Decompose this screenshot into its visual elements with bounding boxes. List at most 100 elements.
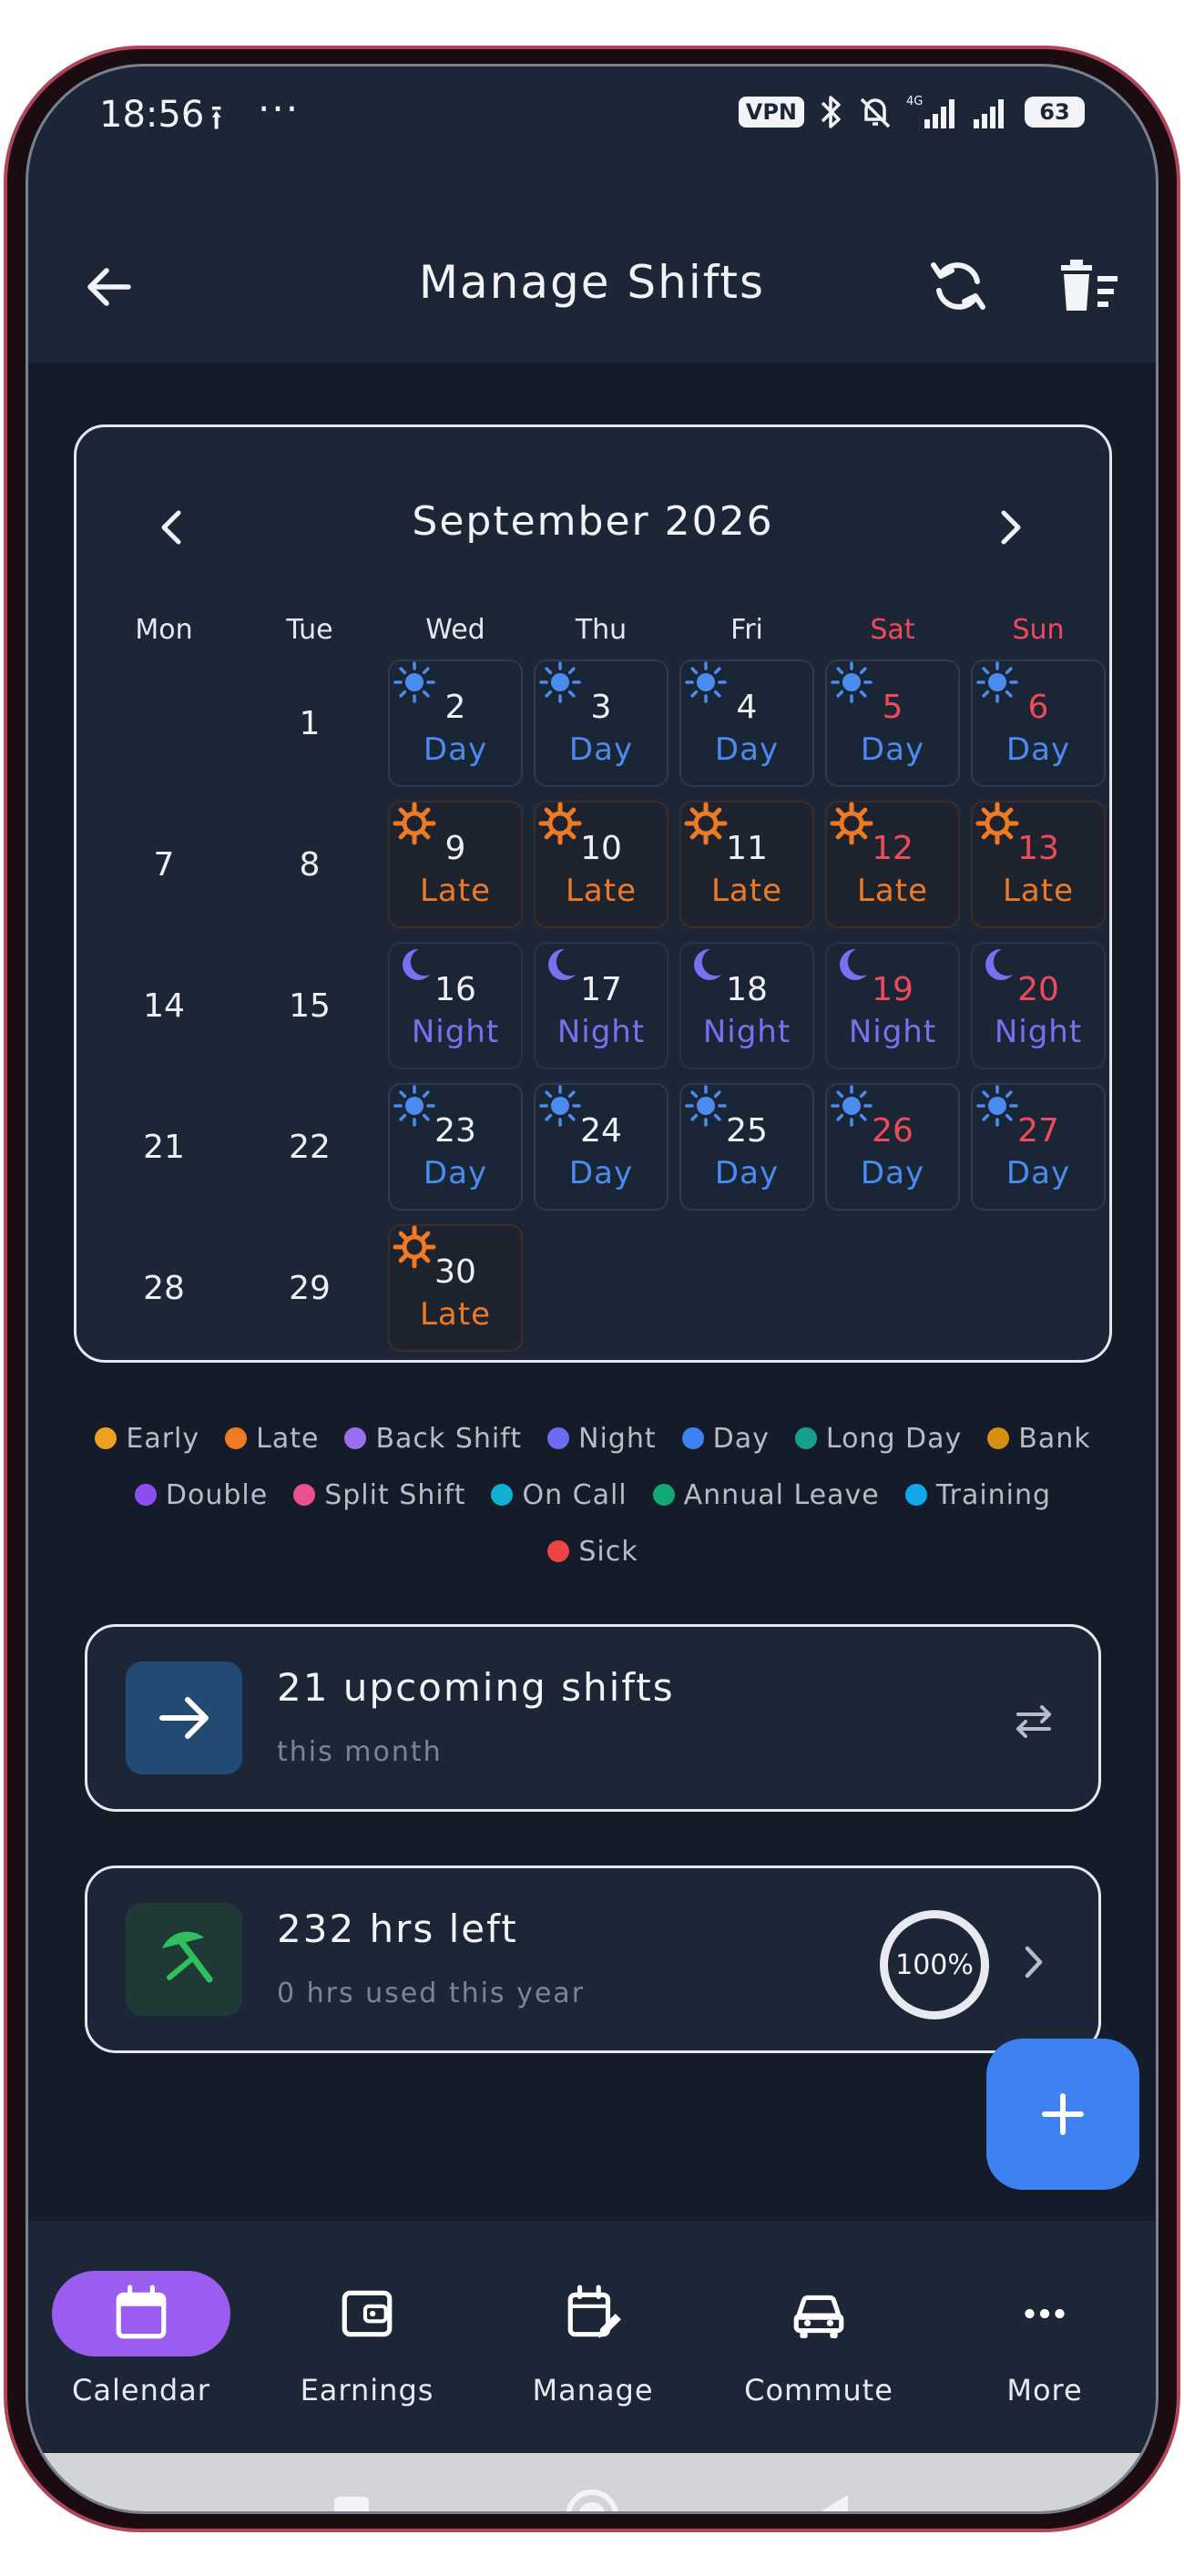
calendar-day[interactable]: 10 Late bbox=[534, 801, 669, 928]
shift-legend: Early Late Back Shift Night Day Long Day Bank D… bbox=[65, 1410, 1121, 1579]
calendar-day[interactable]: 16 Night bbox=[388, 942, 523, 1069]
shift-label: Day bbox=[1005, 731, 1071, 768]
day-number: 28 bbox=[143, 1269, 185, 1307]
upcoming-shifts-card[interactable]: 21 upcoming shifts this month bbox=[85, 1624, 1101, 1812]
svg-text:4G: 4G bbox=[906, 95, 923, 108]
shift-label: Day bbox=[1005, 1154, 1071, 1191]
calendar-day[interactable]: 22 bbox=[242, 1083, 377, 1211]
calendar-day[interactable]: 25 Day bbox=[679, 1083, 814, 1211]
legend-dot bbox=[652, 1484, 675, 1506]
calendar-day[interactable]: 26 Day bbox=[825, 1083, 960, 1211]
shift-label: Late bbox=[1002, 872, 1075, 909]
calendar-day[interactable]: 19 Night bbox=[825, 942, 960, 1069]
calendar-day[interactable]: 29 bbox=[242, 1224, 377, 1352]
day-number: 29 bbox=[289, 1269, 331, 1307]
back-icon[interactable] bbox=[810, 2491, 855, 2514]
add-shift-button[interactable] bbox=[986, 2039, 1139, 2190]
calendar-day[interactable]: 28 bbox=[97, 1224, 231, 1352]
legend-item: Annual Leave bbox=[652, 1478, 880, 1511]
main-content: September 2026 Mon Tue Wed Thu Fri Sat S… bbox=[28, 363, 1156, 2221]
recents-icon[interactable] bbox=[329, 2491, 374, 2514]
weekday-label: Sat bbox=[870, 614, 915, 646]
calendar-edit-icon bbox=[567, 2285, 621, 2338]
swap-icon[interactable] bbox=[1009, 1696, 1058, 1745]
vpn-icon: VPN bbox=[738, 97, 804, 128]
nav-item-manage[interactable]: Manage bbox=[497, 2271, 689, 2435]
legend-label: Training bbox=[935, 1478, 1052, 1511]
annual-leave-card[interactable]: 232 hrs left 0 hrs used this year 100% bbox=[85, 1866, 1101, 2053]
sync-icon[interactable] bbox=[926, 254, 990, 318]
legend-dot bbox=[95, 1427, 117, 1449]
calendar-day[interactable]: 2 Day bbox=[388, 659, 523, 787]
sunrise-icon bbox=[830, 802, 873, 845]
calendar-day[interactable]: 1 bbox=[242, 659, 377, 787]
day-number: 2 bbox=[444, 688, 466, 726]
legend-label: Day bbox=[712, 1422, 770, 1455]
day-number: 16 bbox=[434, 970, 476, 1008]
shift-label: Day bbox=[714, 731, 780, 768]
calendar-month-title: September 2026 bbox=[412, 498, 774, 545]
legend-label: Double bbox=[165, 1478, 269, 1511]
legend-row: Sick bbox=[65, 1523, 1121, 1579]
sunrise-icon bbox=[684, 802, 728, 845]
calendar-day[interactable]: 11 Late bbox=[679, 801, 814, 928]
day-number: 21 bbox=[143, 1128, 185, 1166]
calendar-day[interactable]: 7 bbox=[97, 801, 231, 928]
moon-icon bbox=[694, 948, 721, 980]
calendar-day[interactable]: 13 Late bbox=[971, 801, 1106, 928]
day-number: 25 bbox=[726, 1111, 768, 1150]
day-number: 7 bbox=[153, 845, 175, 884]
legend-label: On Call bbox=[522, 1478, 628, 1511]
hours-used-subtitle: 0 hrs used this year bbox=[277, 1978, 586, 2009]
upload-icon: ⭱ bbox=[210, 97, 223, 138]
shift-label: Late bbox=[565, 872, 638, 909]
calendar-day[interactable]: 14 bbox=[97, 942, 231, 1069]
calendar-day[interactable]: 30 Late bbox=[388, 1224, 523, 1352]
shift-label: Day bbox=[568, 731, 634, 768]
status-bar: 18:56 ⭱ ··· VPN 4G 63 bbox=[28, 66, 1156, 167]
calendar-day[interactable]: 12 Late bbox=[825, 801, 960, 928]
bluetooth-icon bbox=[821, 96, 841, 128]
legend-item: Bank bbox=[987, 1423, 1090, 1455]
sun-icon bbox=[976, 1085, 1018, 1127]
calendar-day[interactable]: 17 Night bbox=[534, 942, 669, 1069]
calendar-day[interactable]: 6 Day bbox=[971, 659, 1106, 787]
day-number: 26 bbox=[872, 1111, 914, 1150]
calendar-day[interactable]: 20 Night bbox=[971, 942, 1106, 1069]
weekday-label: Mon bbox=[135, 614, 193, 646]
nav-item-more[interactable]: More bbox=[949, 2271, 1140, 2435]
calendar-day[interactable]: 5 Day bbox=[825, 659, 960, 787]
calendar-day[interactable]: 27 Day bbox=[971, 1083, 1106, 1211]
shift-label: Day bbox=[568, 1154, 634, 1191]
signal-icon bbox=[974, 99, 1004, 128]
weekday-label: Fri bbox=[730, 614, 763, 646]
legend-dot bbox=[491, 1484, 514, 1506]
calendar-day[interactable]: 24 Day bbox=[534, 1083, 669, 1211]
legend-item: Late bbox=[225, 1423, 319, 1455]
calendar-day[interactable]: 15 bbox=[242, 942, 377, 1069]
day-number: 5 bbox=[882, 688, 903, 726]
legend-dot bbox=[547, 1427, 570, 1449]
calendar-day[interactable]: 23 Day bbox=[388, 1083, 523, 1211]
legend-dot bbox=[293, 1484, 316, 1506]
legend-item: Night bbox=[547, 1423, 657, 1455]
calendar-day[interactable]: 3 Day bbox=[534, 659, 669, 787]
chevron-right-icon[interactable] bbox=[1009, 1937, 1058, 1987]
calendar-day[interactable]: 8 bbox=[242, 801, 377, 928]
calendar-day[interactable]: 4 Day bbox=[679, 659, 814, 787]
home-icon[interactable] bbox=[562, 2486, 622, 2514]
calendar-day[interactable]: 21 bbox=[97, 1083, 231, 1211]
delete-sweep-icon[interactable] bbox=[1057, 258, 1121, 316]
nav-item-calendar[interactable]: Calendar bbox=[46, 2271, 237, 2435]
calendar-day[interactable]: 18 Night bbox=[679, 942, 814, 1069]
legend-label: Annual Leave bbox=[683, 1478, 880, 1511]
nav-item-earnings[interactable]: Earnings bbox=[271, 2271, 463, 2435]
sun-icon bbox=[393, 1085, 435, 1127]
status-time: 18:56 bbox=[99, 94, 205, 136]
shift-label: Day bbox=[423, 1154, 488, 1191]
nav-item-commute[interactable]: Commute bbox=[723, 2271, 914, 2435]
leave-progress-ring: 100% bbox=[880, 1910, 989, 2019]
calendar-day[interactable]: 9 Late bbox=[388, 801, 523, 928]
day-number: 24 bbox=[580, 1111, 622, 1150]
chevron-right-icon[interactable] bbox=[987, 500, 1033, 555]
